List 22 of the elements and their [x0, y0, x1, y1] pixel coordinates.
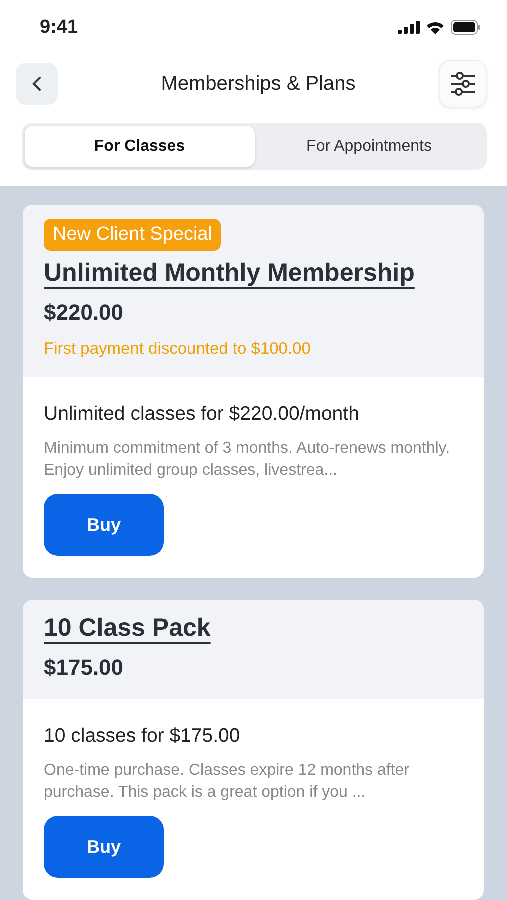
- plan-description: One-time purchase. Classes expire 12 months after purchase. This pack is a great option if you ...: [44, 761, 410, 804]
- status-time: 9:41: [40, 16, 78, 39]
- page-title: Memberships & Plans: [161, 72, 356, 96]
- special-badge: New Client Special: [44, 219, 222, 252]
- filter-button[interactable]: [439, 60, 487, 108]
- plan-heading: 10 classes for $175.00: [44, 725, 240, 748]
- signal-icon: [398, 21, 420, 34]
- battery-icon: [451, 20, 481, 36]
- promo-text: First payment discounted to $100.00: [44, 340, 311, 360]
- plan-price: $175.00: [44, 655, 124, 682]
- filter-icon: [450, 72, 476, 96]
- buy-button[interactable]: Buy: [44, 494, 164, 556]
- tab[interactable]: For Appointments: [254, 126, 484, 168]
- plan-title[interactable]: 10 Class Pack: [44, 614, 211, 644]
- tab[interactable]: For Classes: [25, 126, 254, 168]
- plan-title[interactable]: Unlimited Monthly Membership: [44, 259, 415, 288]
- plan-heading: Unlimited classes for $220.00/month: [44, 403, 360, 426]
- plan-description: Minimum commitment of 3 months. Auto-renews monthly. Enjoy unlimited group classes, livestrea...: [44, 439, 452, 482]
- buy-button[interactable]: Buy: [44, 816, 164, 878]
- back-icon: [32, 76, 42, 92]
- plan-price: $220.00: [44, 300, 124, 326]
- wifi-icon: [426, 20, 445, 35]
